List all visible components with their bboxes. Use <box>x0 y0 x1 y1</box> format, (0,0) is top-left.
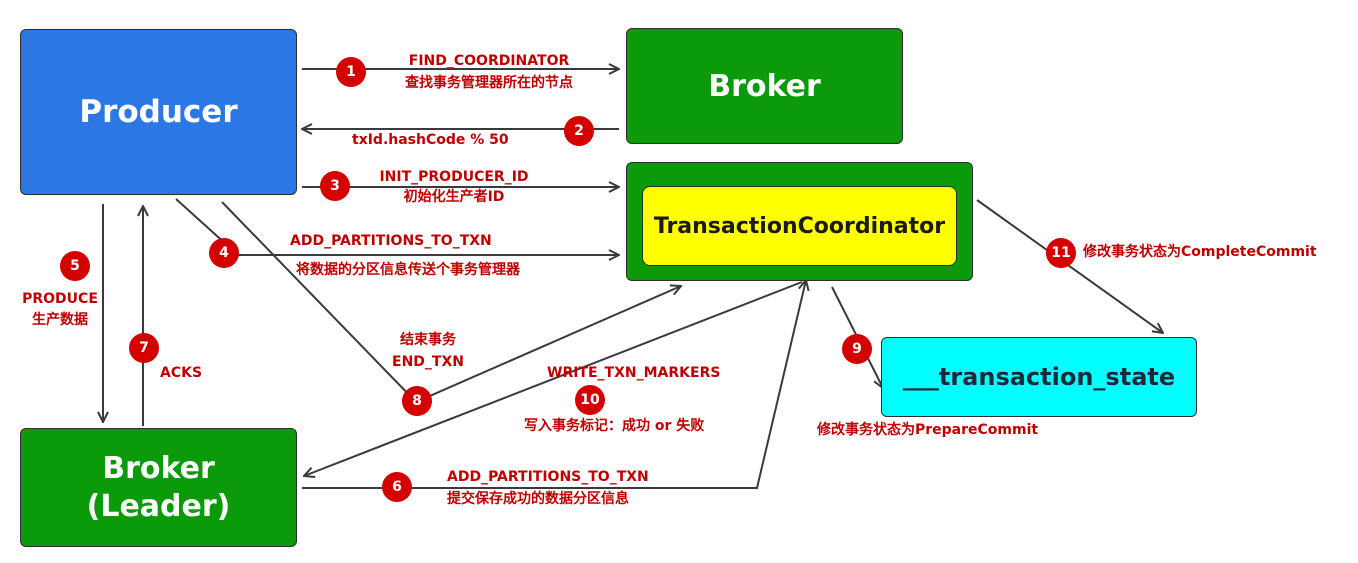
transaction-state-label: ___transaction_state <box>902 363 1176 391</box>
step-badge-4: 4 <box>209 238 239 268</box>
transaction-coordinator-label: TransactionCoordinator <box>653 213 946 239</box>
producer-node: Producer <box>20 29 297 195</box>
step-4-label: ADD_PARTITIONS_TO_TXN <box>290 233 492 249</box>
step-badge-5: 5 <box>60 251 90 281</box>
step-badge-2: 2 <box>564 116 594 146</box>
broker-leader-node: Broker (Leader) <box>20 428 297 547</box>
step-8-label: 结束事务 <box>400 332 456 348</box>
step-3-desc: 初始化生产者ID <box>403 189 505 205</box>
step-10-label: WRITE_TXN_MARKERS <box>547 365 721 381</box>
step-badge-10: 10 <box>575 385 605 415</box>
step-3-label: INIT_PRODUCER_ID <box>379 169 529 185</box>
arrow-complete-commit <box>976 199 1163 333</box>
step-badge-9: 9 <box>842 334 872 364</box>
transaction-coordinator-container: TransactionCoordinator <box>626 162 973 281</box>
step-badge-7: 7 <box>129 333 159 363</box>
step-badge-1: 1 <box>336 57 366 87</box>
arrow-add-partitions-commit <box>302 280 806 489</box>
transaction-state-node: ___transaction_state <box>881 337 1197 417</box>
step-9-label: 修改事务状态为PrepareCommit <box>817 422 1039 438</box>
step-5-label: PRODUCE <box>22 291 98 307</box>
step-6-desc: 提交保存成功的数据分区信息 <box>447 491 629 507</box>
broker-leader-label-line2: (Leader) <box>86 488 231 524</box>
step-badge-3: 3 <box>320 171 350 201</box>
producer-label: Producer <box>79 94 238 130</box>
broker-label: Broker <box>708 68 821 104</box>
step-8-desc: END_TXN <box>392 354 464 370</box>
step-badge-6: 6 <box>382 472 412 502</box>
step-10-desc: 写入事务标记：成功 or 失败 <box>524 418 705 434</box>
step-5-desc: 生产数据 <box>32 312 88 328</box>
step-1-label: FIND_COORDINATOR <box>408 53 570 69</box>
step-6-label: ADD_PARTITIONS_TO_TXN <box>447 469 649 485</box>
step-4-desc: 将数据的分区信息传送个事务管理器 <box>296 262 520 278</box>
step-7-label: ACKS <box>160 365 203 381</box>
transaction-coordinator-node: TransactionCoordinator <box>642 186 957 266</box>
step-2-label: txId.hashCode % 50 <box>352 132 509 148</box>
step-badge-8: 8 <box>402 386 432 416</box>
step-1-desc: 查找事务管理器所在的节点 <box>405 75 573 91</box>
broker-node: Broker <box>626 28 903 144</box>
step-11-label: 修改事务状态为CompleteCommit <box>1083 244 1317 260</box>
broker-leader-label-line1: Broker <box>102 451 215 486</box>
step-badge-11: 11 <box>1046 238 1076 268</box>
